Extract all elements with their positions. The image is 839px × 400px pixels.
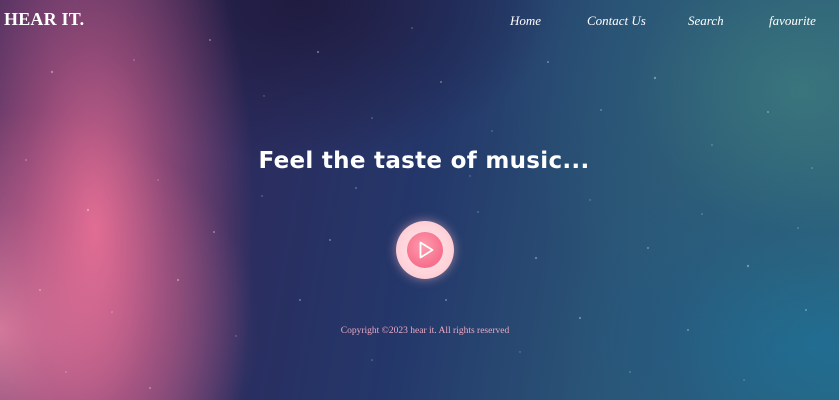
nav-link-contact-us[interactable]: Contact Us (587, 13, 646, 29)
navbar: HEAR IT. Home Contact Us Search favourit… (0, 0, 839, 40)
background-texture (25, 27, 813, 389)
nav-link-home[interactable]: Home (510, 13, 541, 29)
hero-headline: Feel the taste of music... (258, 148, 590, 174)
nav-link-search[interactable]: Search (688, 13, 724, 29)
play-button-core (407, 232, 443, 268)
play-button[interactable] (396, 221, 454, 279)
site-logo[interactable]: HEAR IT. (4, 9, 84, 30)
footer-copyright: Copyright ©2023 hear it. All rights rese… (340, 326, 510, 336)
nav-link-favourite[interactable]: favourite (769, 13, 816, 29)
play-icon (419, 241, 434, 259)
